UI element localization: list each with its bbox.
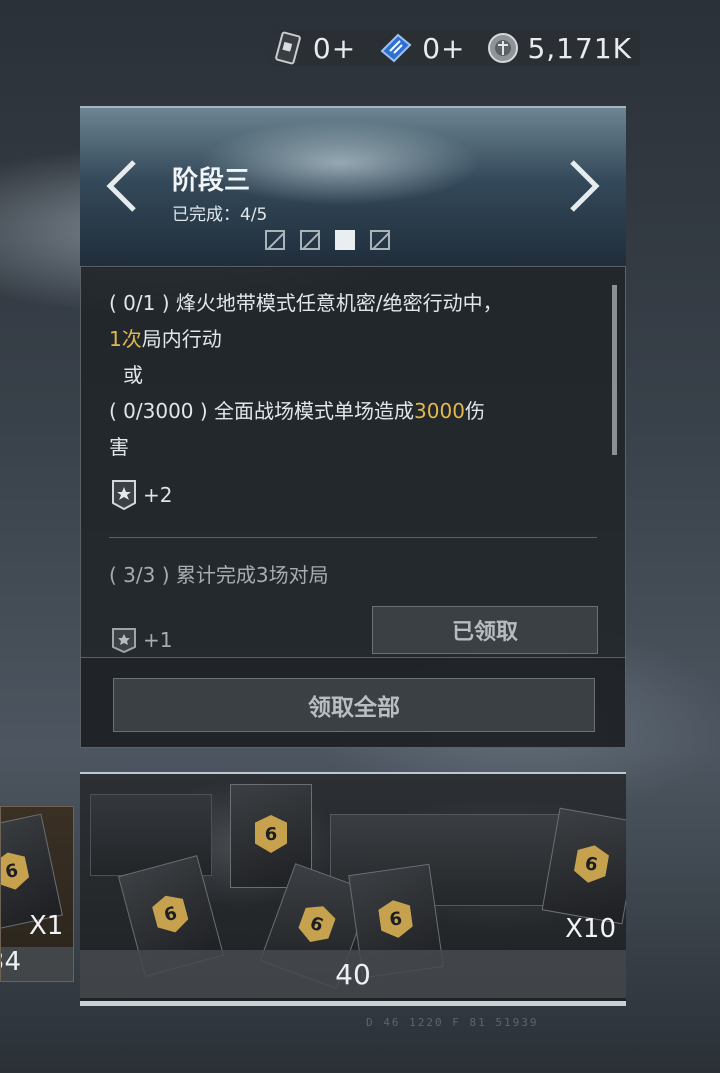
task-1-line3-post: 伤 — [464, 399, 485, 423]
pack-badge-icon: 6 — [572, 843, 610, 886]
pack-badge-icon: 6 — [377, 898, 414, 940]
claimed-button[interactable]: 已领取 — [372, 606, 598, 654]
task-1-reward: +2 — [111, 479, 172, 511]
reward-card-main[interactable]: 6 6 6 6 6 X10 40 — [80, 772, 626, 1006]
stage-header: 阶段三 已完成：4/5 — [80, 106, 626, 268]
coordinate-readout: D 46 1220 F 81 51939 — [366, 1016, 539, 1029]
task-1-line3: ( 0/3000 ) 全面战场模式单场造成3000伤 — [109, 393, 589, 429]
reward-card-side[interactable]: 6 X1 34 — [0, 806, 74, 982]
task-1-line2-text: 局内行动 — [141, 327, 222, 351]
task-1-line1: ( 0/1 ) 烽火地带模式任意机密/绝密行动中， — [109, 291, 503, 315]
claim-all-footer: 领取全部 — [80, 658, 626, 748]
ticket-icon — [275, 31, 301, 65]
stage-dot-3-active[interactable] — [335, 230, 355, 250]
stage-dot-2[interactable] — [300, 230, 320, 250]
stage-progress: 已完成：4/5 — [172, 205, 268, 225]
task-2-text: ( 3/3 ) 累计完成3场对局 — [109, 563, 329, 587]
task-divider — [109, 537, 597, 538]
next-stage-arrow-icon[interactable] — [558, 156, 608, 216]
currency-coin[interactable]: 5,171K — [487, 32, 632, 65]
pack-badge-icon: 6 — [295, 901, 338, 948]
reward-main-price: 40 — [335, 957, 371, 991]
stage-dot-4[interactable] — [370, 230, 390, 250]
task-2-reward: +1 — [111, 627, 172, 653]
task-1-reward-value: +2 — [143, 483, 173, 507]
coin-icon — [488, 33, 519, 63]
prev-stage-arrow-icon[interactable] — [98, 156, 148, 216]
currency-bar: 0+ 0+ 5,171K — [262, 30, 640, 66]
task-list[interactable]: ( 0/1 ) 烽火地带模式任意机密/绝密行动中， 1次局内行动 或 ( 0/3… — [80, 266, 626, 658]
task-1-or: 或 — [123, 363, 143, 387]
task-1: ( 0/1 ) 烽火地带模式任意机密/绝密行动中， 1次局内行动 或 ( 0/3… — [109, 285, 589, 465]
currency-ticket[interactable]: 0+ — [271, 31, 356, 65]
task-1-line4: 害 — [109, 435, 129, 459]
blue-ticket-icon — [380, 33, 412, 63]
task-1-line2: 1次局内行动 — [109, 321, 589, 357]
stage-panel: 阶段三 已完成：4/5 ( 0/1 ) 烽火地带模式任意机密/绝密行动中， 1次… — [80, 106, 626, 748]
reward-side-price-value: 34 — [1, 947, 21, 977]
rank-badge-icon — [112, 480, 136, 511]
pack-badge-icon: 6 — [150, 892, 191, 937]
claim-all-button[interactable]: 领取全部 — [113, 678, 595, 732]
currency-blue-ticket[interactable]: 0+ — [378, 31, 465, 65]
task-1-count-highlight: 1次 — [109, 327, 142, 351]
pack-badge-icon: 6 — [0, 849, 31, 893]
reward-main-underline — [80, 1001, 626, 1006]
reward-main-price-bar: 40 — [80, 950, 626, 998]
currency-coin-value: 5,171K — [527, 31, 632, 65]
reward-side-price: 34 — [1, 947, 73, 981]
task-1-line3-pre: ( 0/3000 ) 全面战场模式单场造成 — [109, 399, 415, 423]
reward-main-quantity: X10 — [565, 914, 616, 944]
currency-ticket-value: 0+ — [312, 31, 357, 65]
stage-dot-1[interactable] — [265, 230, 285, 250]
task-scrollbar[interactable] — [612, 285, 617, 455]
task-1-damage-highlight: 3000 — [414, 399, 465, 423]
pack-badge-icon: 6 — [255, 815, 287, 853]
currency-blue-ticket-value: 0+ — [422, 31, 466, 65]
stage-title: 阶段三 — [172, 166, 251, 196]
stage-dots — [265, 230, 390, 250]
task-2-reward-value: +1 — [143, 628, 173, 652]
rank-badge-icon — [112, 628, 136, 653]
reward-side-quantity: X1 — [29, 911, 64, 941]
